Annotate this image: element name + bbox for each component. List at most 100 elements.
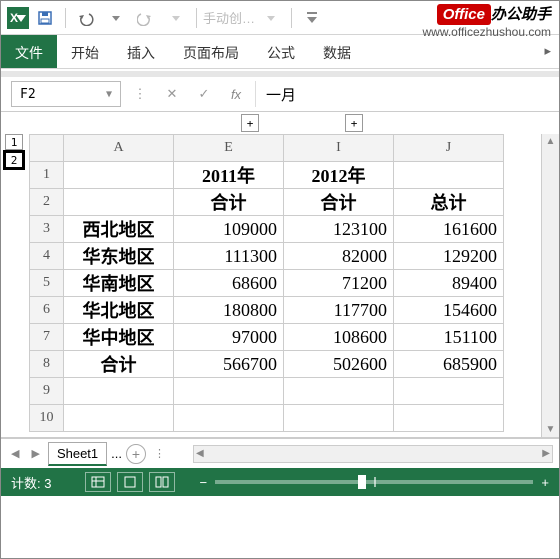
cell[interactable]	[394, 162, 504, 189]
vertical-scrollbar[interactable]: ▲ ▼	[541, 134, 559, 437]
scroll-up-icon[interactable]: ▲	[546, 136, 556, 147]
row-header[interactable]: 9	[30, 378, 64, 405]
col-outline-expand-2[interactable]: +	[345, 114, 363, 132]
add-sheet-button[interactable]: +	[126, 444, 146, 464]
tab-page-layout[interactable]: 页面布局	[169, 35, 253, 68]
name-box[interactable]: F2 ▼	[11, 81, 121, 107]
sheet-tab-more[interactable]: ...	[111, 446, 122, 461]
scroll-down-icon[interactable]: ▼	[546, 424, 556, 435]
cell[interactable]: 685900	[394, 351, 504, 378]
cell[interactable]	[174, 378, 284, 405]
col-header[interactable]: E	[174, 135, 284, 162]
cell[interactable]: 华南地区	[64, 270, 174, 297]
select-all-corner[interactable]	[30, 135, 64, 162]
cell[interactable]	[394, 405, 504, 432]
cell[interactable]	[174, 405, 284, 432]
cell[interactable]	[64, 405, 174, 432]
zoom-control[interactable]: − +	[199, 475, 549, 490]
cell[interactable]: 129200	[394, 243, 504, 270]
view-normal-button[interactable]	[85, 472, 111, 492]
formula-value[interactable]: 一月	[255, 81, 549, 107]
scroll-left-icon[interactable]: ◀	[196, 448, 204, 459]
chevron-down-icon[interactable]: ▼	[106, 89, 112, 100]
sheet-tab-active[interactable]: Sheet1	[48, 442, 107, 466]
cell[interactable]: 180800	[174, 297, 284, 324]
cell[interactable]	[394, 378, 504, 405]
horizontal-scrollbar[interactable]: ◀ ▶	[193, 445, 553, 463]
row-header[interactable]: 6	[30, 297, 64, 324]
undo-button[interactable]	[72, 5, 100, 31]
row-outline-level-2[interactable]: 2	[3, 150, 25, 170]
row-header[interactable]: 2	[30, 189, 64, 216]
col-header[interactable]: I	[284, 135, 394, 162]
tab-formulas[interactable]: 公式	[253, 35, 309, 68]
cell[interactable]: 123100	[284, 216, 394, 243]
view-page-layout-button[interactable]	[117, 472, 143, 492]
cell[interactable]: 华中地区	[64, 324, 174, 351]
qat-customize[interactable]	[298, 5, 326, 31]
cell[interactable]	[64, 378, 174, 405]
cell[interactable]: 111300	[174, 243, 284, 270]
cell[interactable]: 117700	[284, 297, 394, 324]
cell[interactable]: 68600	[174, 270, 284, 297]
cell[interactable]: 华东地区	[64, 243, 174, 270]
cell[interactable]: 97000	[174, 324, 284, 351]
enter-icon[interactable]: ✓	[191, 81, 217, 107]
excel-icon[interactable]: X	[7, 7, 29, 29]
col-outline-expand-1[interactable]: +	[241, 114, 259, 132]
row-outline-level-1[interactable]: 1	[5, 134, 23, 150]
tab-file[interactable]: 文件	[1, 35, 57, 68]
spreadsheet-grid[interactable]: AEIJ12011年2012年2合计合计总计3西北地区1090001231001…	[29, 134, 541, 437]
cell[interactable]	[284, 405, 394, 432]
view-page-break-button[interactable]	[149, 472, 175, 492]
cell[interactable]: 566700	[174, 351, 284, 378]
cell[interactable]: 89400	[394, 270, 504, 297]
col-header[interactable]: A	[64, 135, 174, 162]
row-header[interactable]: 4	[30, 243, 64, 270]
cancel-icon[interactable]: ✕	[159, 81, 185, 107]
zoom-slider[interactable]	[215, 480, 533, 484]
sheet-nav-prev[interactable]: ◀	[7, 447, 23, 460]
cell[interactable]: 71200	[284, 270, 394, 297]
fx-icon[interactable]: fx	[223, 81, 249, 107]
row-header[interactable]: 5	[30, 270, 64, 297]
cell[interactable]: 109000	[174, 216, 284, 243]
save-button[interactable]	[31, 5, 59, 31]
cell[interactable]: 2011年	[174, 162, 284, 189]
zoom-out-button[interactable]: −	[199, 475, 207, 490]
col-header[interactable]: J	[394, 135, 504, 162]
cell[interactable]	[284, 378, 394, 405]
cell[interactable]: 2012年	[284, 162, 394, 189]
cell[interactable]: 合计	[174, 189, 284, 216]
touch-dropdown[interactable]	[257, 5, 285, 31]
cell[interactable]	[64, 162, 174, 189]
redo-dropdown[interactable]	[162, 5, 190, 31]
zoom-in-button[interactable]: +	[541, 475, 549, 490]
cell[interactable]: 总计	[394, 189, 504, 216]
cell[interactable]	[64, 189, 174, 216]
scroll-right-icon[interactable]: ▶	[542, 448, 550, 459]
cell[interactable]: 华北地区	[64, 297, 174, 324]
cell[interactable]: 161600	[394, 216, 504, 243]
sheet-nav-next[interactable]: ▶	[27, 447, 43, 460]
row-header[interactable]: 8	[30, 351, 64, 378]
redo-button[interactable]	[132, 5, 160, 31]
row-header[interactable]: 7	[30, 324, 64, 351]
tab-data[interactable]: 数据	[309, 35, 365, 68]
cell[interactable]: 西北地区	[64, 216, 174, 243]
cell[interactable]: 82000	[284, 243, 394, 270]
cell[interactable]: 合计	[64, 351, 174, 378]
tab-insert[interactable]: 插入	[113, 35, 169, 68]
row-header[interactable]: 1	[30, 162, 64, 189]
cell[interactable]: 154600	[394, 297, 504, 324]
cell[interactable]: 502600	[284, 351, 394, 378]
undo-dropdown[interactable]	[102, 5, 130, 31]
tab-home[interactable]: 开始	[57, 35, 113, 68]
ribbon-scroll-right[interactable]: ▸	[536, 35, 559, 68]
cell[interactable]: 合计	[284, 189, 394, 216]
cell[interactable]: 151100	[394, 324, 504, 351]
touch-mode-button[interactable]: 手动创…	[203, 5, 255, 31]
cell[interactable]: 108600	[284, 324, 394, 351]
row-header[interactable]: 3	[30, 216, 64, 243]
row-header[interactable]: 10	[30, 405, 64, 432]
